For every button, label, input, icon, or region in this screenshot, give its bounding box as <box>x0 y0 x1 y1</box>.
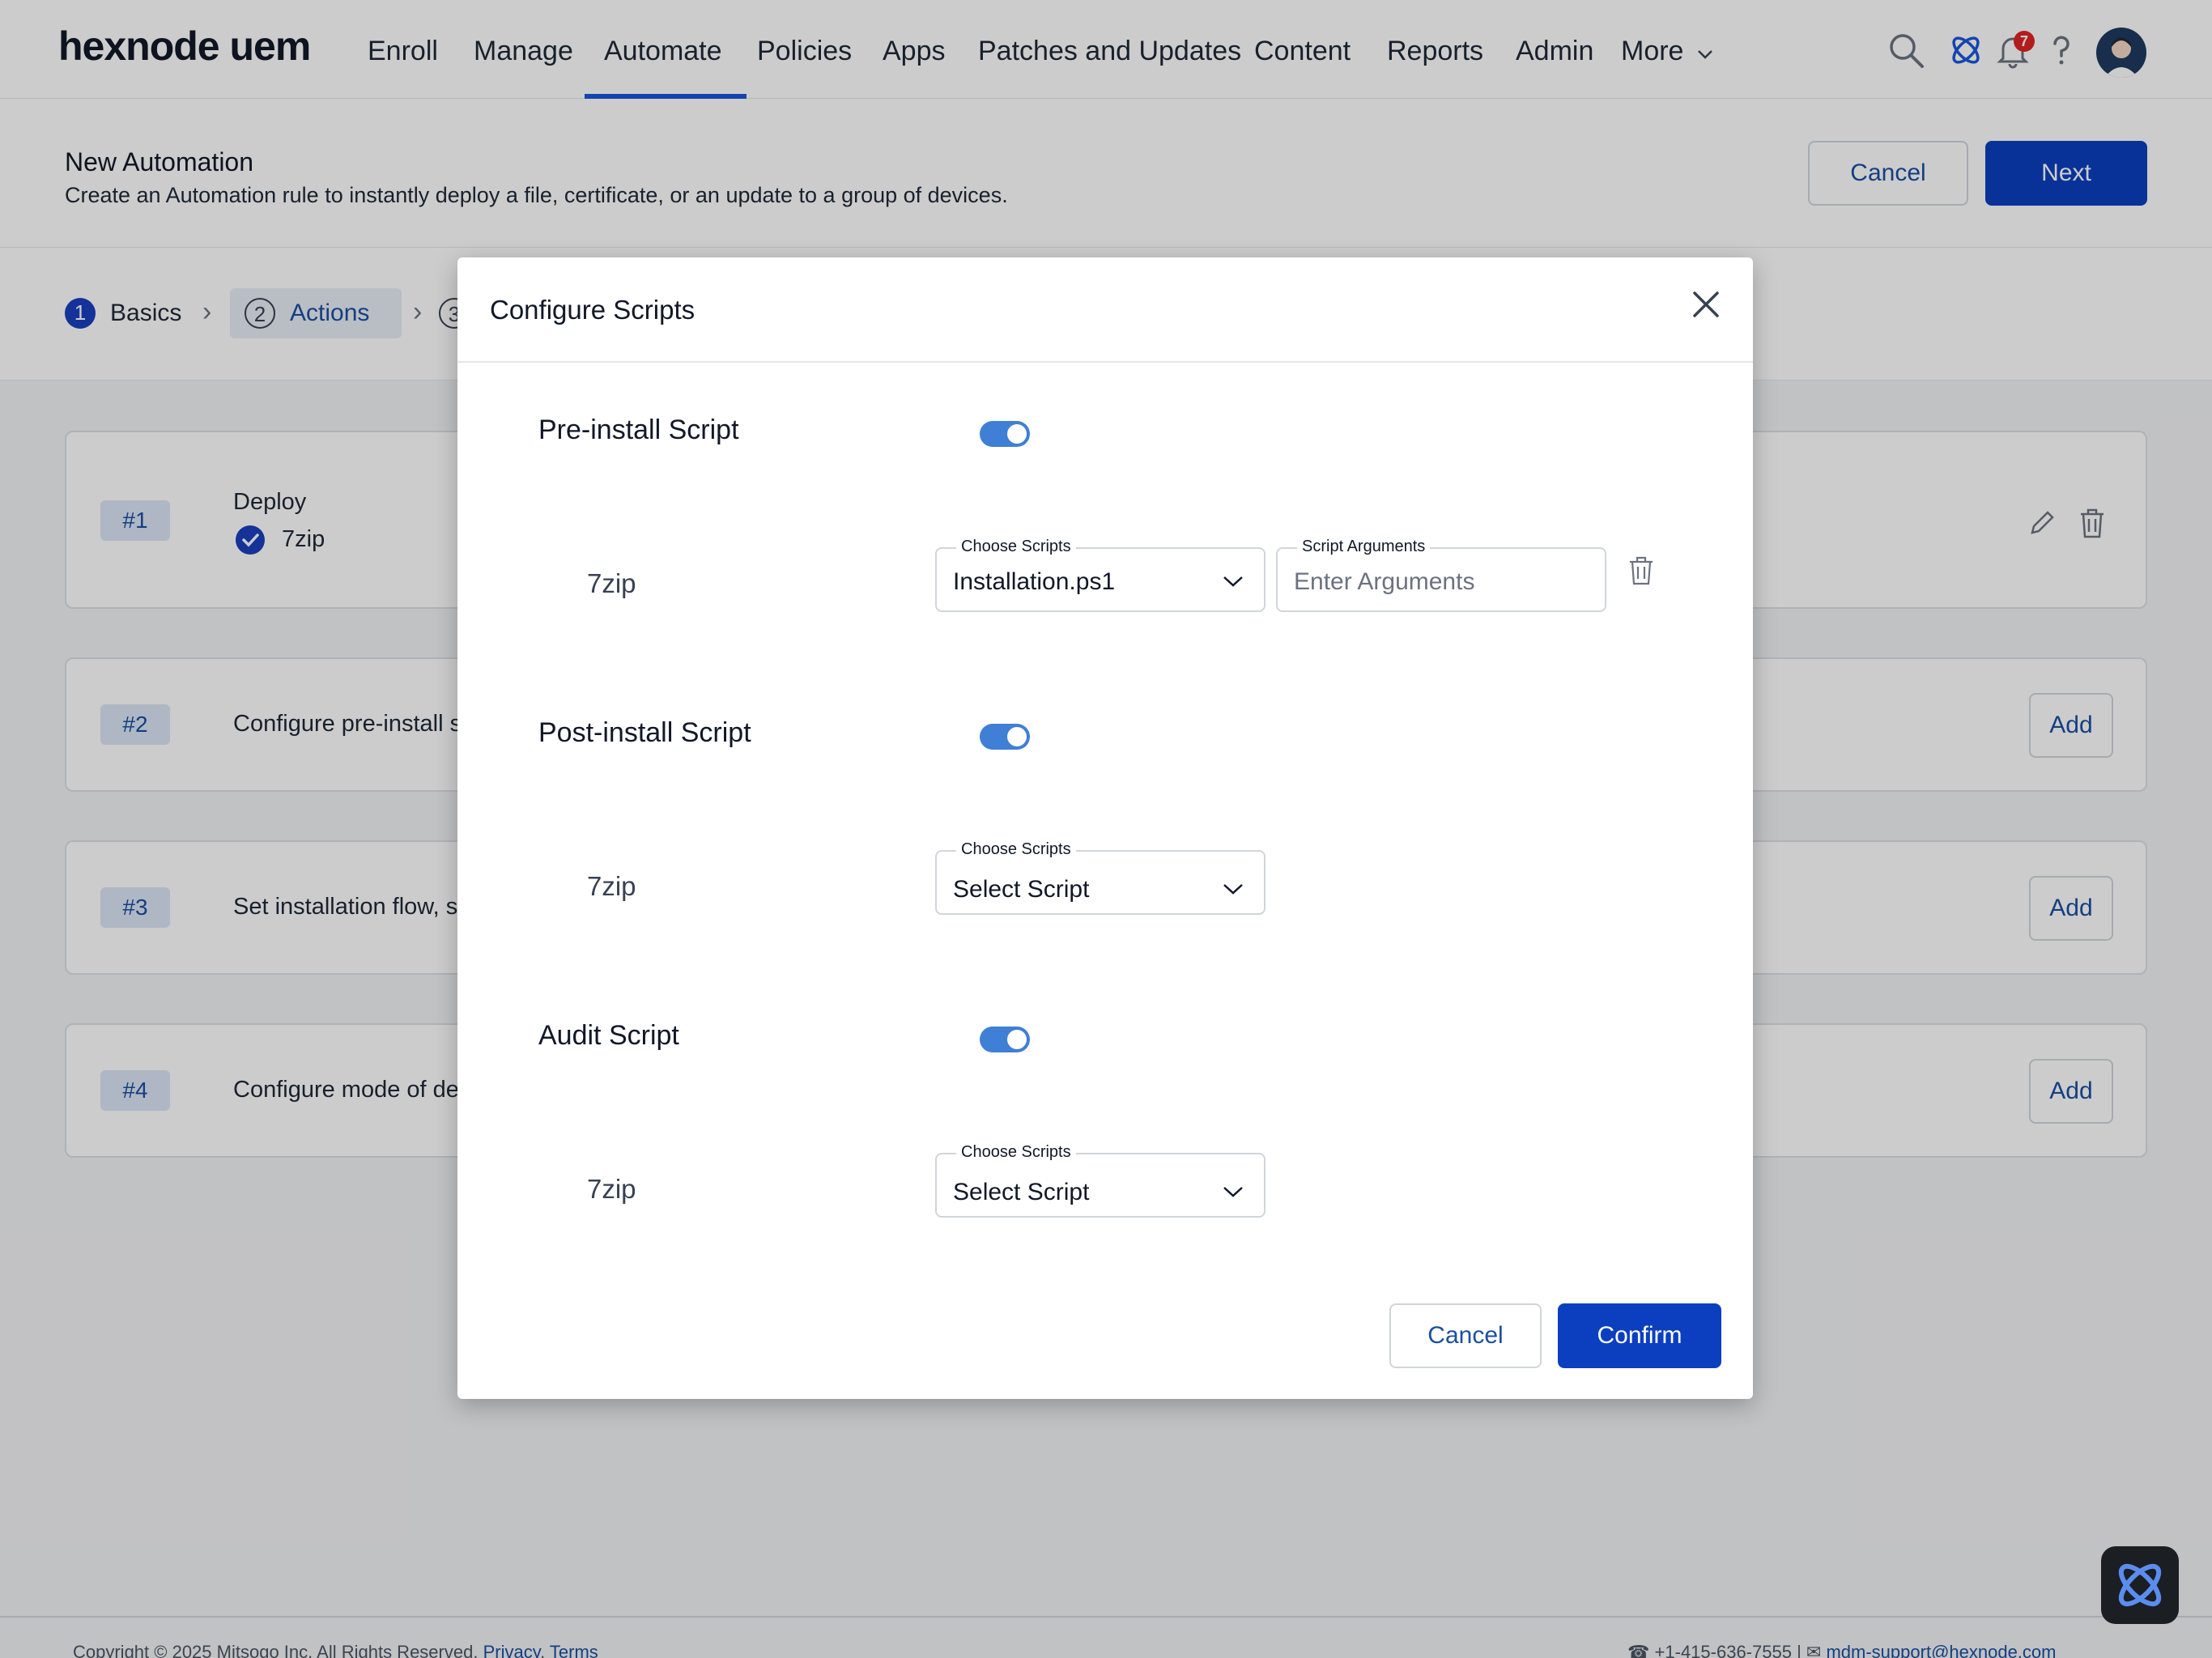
post-install-script-label: Post-install Script <box>538 717 751 748</box>
field-label: Choose Scripts <box>956 840 1076 859</box>
audit-app-name: 7zip <box>587 1174 636 1204</box>
modal-cancel-button[interactable]: Cancel <box>1389 1303 1542 1368</box>
modal-confirm-button[interactable]: Confirm <box>1558 1303 1721 1368</box>
chevron-down-icon <box>1223 884 1243 895</box>
configure-scripts-modal: Configure Scripts Pre-install Script 7zi… <box>457 257 1753 1399</box>
arguments-placeholder: Enter Arguments <box>1294 568 1475 595</box>
audit-script-toggle[interactable] <box>980 1027 1030 1052</box>
close-icon[interactable] <box>1690 288 1722 321</box>
field-label: Choose Scripts <box>956 538 1076 556</box>
chevron-down-icon <box>1223 576 1243 587</box>
audit-choose-script-select[interactable]: Choose Scripts Select Script <box>935 1143 1266 1218</box>
audit-script-label: Audit Script <box>538 1020 679 1051</box>
pre-install-app-name: 7zip <box>587 568 636 598</box>
modal-header: Configure Scripts <box>457 257 1753 363</box>
hexnode-assistant-icon <box>2118 1563 2162 1607</box>
script-arguments-input[interactable]: Script Arguments Enter Arguments <box>1276 538 1606 612</box>
modal-title: Configure Scripts <box>490 295 696 325</box>
post-install-app-name: 7zip <box>587 871 636 901</box>
selected-script: Installation.ps1 <box>953 568 1116 595</box>
field-label: Choose Scripts <box>956 1143 1076 1162</box>
chevron-down-icon <box>1223 1187 1243 1197</box>
field-label: Script Arguments <box>1297 538 1431 556</box>
chat-assistant-button[interactable] <box>2101 1546 2179 1624</box>
selected-script: Select Script <box>953 1179 1090 1205</box>
pre-install-script-toggle[interactable] <box>980 421 1030 447</box>
pre-install-choose-script-select[interactable]: Choose Scripts Installation.ps1 <box>935 538 1266 612</box>
selected-script: Select Script <box>953 876 1090 903</box>
post-install-script-toggle[interactable] <box>980 724 1030 750</box>
delete-script-icon[interactable] <box>1627 555 1655 586</box>
pre-install-script-label: Pre-install Script <box>538 414 739 445</box>
post-install-choose-script-select[interactable]: Choose Scripts Select Script <box>935 840 1266 915</box>
